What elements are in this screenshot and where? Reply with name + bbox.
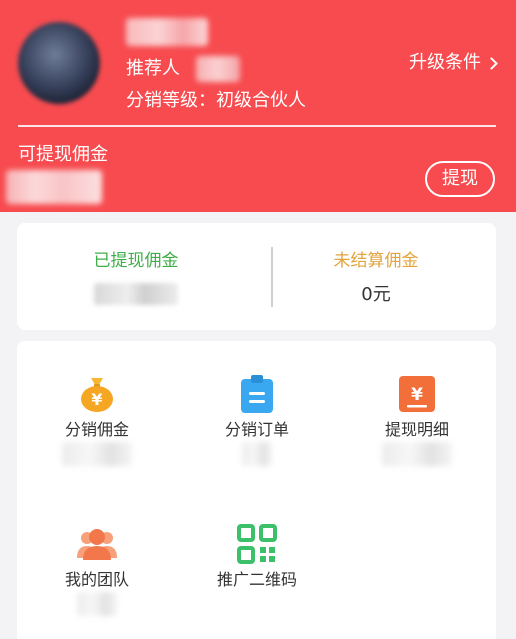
value-redacted	[382, 442, 452, 466]
commission-header: 推荐人 分销等级：初级合伙人 升级条件 可提现佣金 提现	[0, 0, 516, 212]
svg-text:¥: ¥	[91, 390, 102, 409]
clipboard-icon	[237, 374, 277, 414]
upgrade-conditions-label: 升级条件	[409, 52, 481, 73]
menu-item-label: 推广二维码	[216, 570, 297, 589]
menu-item-label: 我的团队	[64, 570, 129, 589]
qr-code-icon	[237, 524, 277, 564]
menu-item-distribution-orders[interactable]: 分销订单	[177, 374, 337, 466]
unsettled-commission-value: 0元	[361, 284, 391, 305]
referrer-label: 推荐人	[126, 58, 180, 79]
money-bag-icon: ¥	[77, 374, 117, 414]
withdraw-button[interactable]: 提现	[425, 161, 495, 197]
menu-grid: ¥ 分销佣金 分销订单 ¥ 提现明细 我的团队 推广二维码	[17, 341, 496, 639]
unsettled-commission-stat[interactable]: 未结算佣金 0元	[257, 223, 495, 330]
menu-item-label: 分销佣金	[64, 420, 129, 439]
referrer-name-redacted	[196, 56, 240, 82]
svg-text:¥: ¥	[411, 385, 423, 405]
username-redacted	[126, 18, 208, 46]
yen-receipt-icon: ¥	[397, 374, 437, 414]
menu-item-label: 提现明细	[384, 420, 449, 439]
value-redacted	[62, 442, 132, 466]
header-divider	[18, 125, 496, 127]
withdrawn-commission-stat[interactable]: 已提现佣金	[17, 223, 255, 330]
withdrawable-amount-redacted	[6, 170, 102, 204]
menu-item-my-team[interactable]: 我的团队	[17, 524, 177, 616]
value-redacted	[242, 442, 272, 466]
value-redacted	[77, 592, 117, 616]
avatar	[18, 22, 100, 104]
menu-item-distribution-commission[interactable]: ¥ 分销佣金	[17, 374, 177, 466]
withdrawable-commission-label: 可提现佣金	[18, 144, 108, 165]
upgrade-conditions-link[interactable]: 升级条件	[409, 51, 498, 75]
withdrawn-commission-label: 已提现佣金	[93, 251, 179, 271]
withdrawn-amount-redacted	[94, 283, 178, 305]
team-icon	[77, 524, 117, 564]
menu-item-promo-qr-code[interactable]: 推广二维码	[177, 524, 337, 590]
menu-item-withdrawal-details[interactable]: ¥ 提现明细	[337, 374, 497, 466]
menu-item-label: 分销订单	[224, 420, 289, 439]
chevron-right-icon	[485, 56, 498, 70]
unsettled-commission-label: 未结算佣金	[333, 251, 419, 271]
distribution-level: 分销等级：初级合伙人	[126, 90, 306, 111]
commission-stats-card: 已提现佣金 未结算佣金 0元	[17, 223, 496, 330]
